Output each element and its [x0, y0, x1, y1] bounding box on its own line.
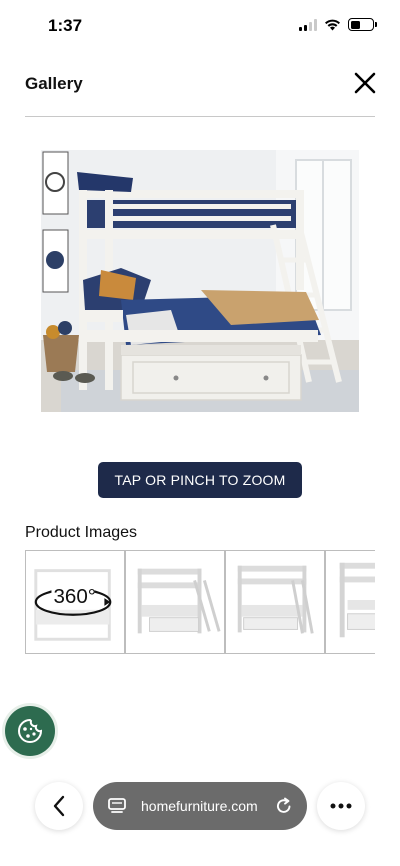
cookie-icon: [18, 718, 43, 743]
thumbnail-side-partial-image: [326, 551, 375, 653]
thumbnail-front-view-image: [126, 551, 224, 653]
close-button[interactable]: [350, 68, 380, 98]
bunk-bed-photo: [41, 150, 359, 412]
tabs-icon: [108, 798, 126, 813]
thumbnail-side-partial[interactable]: [325, 550, 375, 654]
main-product-image[interactable]: [41, 150, 359, 412]
thumbnail-front-straight[interactable]: [225, 550, 325, 654]
reload-icon[interactable]: [275, 797, 293, 815]
cookie-settings-button[interactable]: [5, 706, 55, 756]
page-title: Gallery: [25, 74, 83, 93]
product-images-heading: Product Images: [25, 524, 138, 541]
gallery-header: Gallery: [0, 60, 400, 112]
wifi-icon: [325, 19, 340, 31]
thumbnail-360[interactable]: 360°: [25, 550, 125, 654]
status-icons: [299, 18, 377, 31]
thumbnail-front-straight-image: [226, 551, 324, 653]
close-icon: [354, 72, 376, 94]
more-options-button[interactable]: [317, 782, 365, 830]
status-time: 1:37: [48, 16, 83, 35]
more-dots-icon: [330, 803, 352, 809]
back-chevron-icon: [53, 795, 65, 817]
zoom-button[interactable]: TAP OR PINCH TO ZOOM: [98, 462, 302, 498]
address-bar[interactable]: homefurniture.com: [93, 782, 307, 830]
url-text: homefurniture.com: [141, 798, 258, 814]
badge-360: 360°: [53, 585, 96, 608]
cellular-signal-icon: [299, 18, 317, 31]
browser-back-button[interactable]: [35, 782, 83, 830]
thumbnail-strip[interactable]: 360°: [25, 550, 375, 654]
status-bar: 1:37: [0, 0, 400, 52]
thumbnail-front-view[interactable]: [125, 550, 225, 654]
thumbnail-360-image: 360°: [26, 551, 124, 653]
header-divider: [25, 116, 375, 117]
battery-icon: [348, 18, 377, 31]
